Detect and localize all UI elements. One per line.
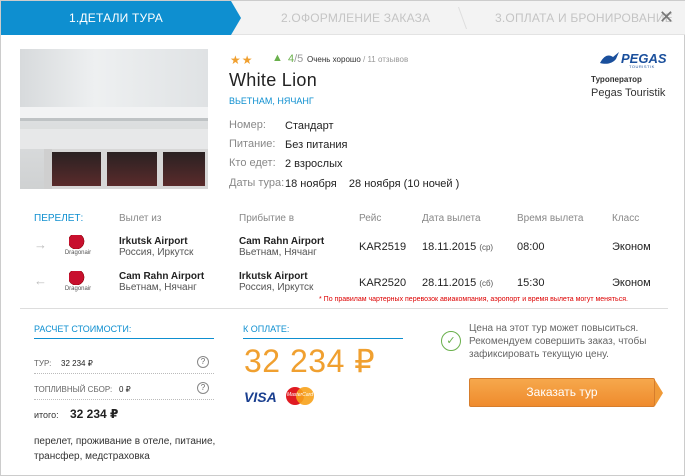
dotted-divider [34, 373, 214, 374]
travelers-value: 2 взрослых [285, 158, 343, 170]
to-airport: Cam Rahn Airport [239, 236, 325, 247]
airline-logo: Dragonair [61, 271, 95, 297]
airline-name: Dragonair [64, 286, 92, 292]
pay-title: К ОПЛАТЕ: [243, 324, 290, 334]
dates-value: 18 ноября 28 ноября (10 ночей ) [285, 178, 460, 190]
flight-number: KAR2520 [359, 277, 407, 289]
hotel-photo [20, 49, 208, 189]
score-denominator: /5 [294, 53, 304, 65]
flight-time: 08:00 [517, 241, 545, 253]
calc-underline [34, 338, 214, 339]
flight-date: 18.11.2015 (ср) [422, 241, 493, 253]
to-location: Россия, Иркутск [239, 282, 314, 293]
return-arrow-icon: ← [34, 273, 47, 288]
total-value: 32 234 ₽ [70, 407, 119, 421]
operator-logo: PEGAS TOURISTIK [599, 51, 669, 73]
fuel-label: ТОПЛИВНЫЙ СБОР: [34, 385, 113, 394]
close-icon[interactable]: ✕ [659, 8, 674, 26]
flight-col-to: Прибытие в [239, 213, 295, 224]
operator-logo-sub: TOURISTIK [629, 64, 655, 69]
pay-underline [243, 338, 403, 339]
dates-label: Даты тура: [229, 177, 285, 189]
flight-date-value: 18.11.2015 [422, 241, 477, 253]
operator-name: Pegas Touristik [591, 87, 666, 99]
step-separator [444, 7, 468, 29]
flight-disclaimer: * По правилам чартерных перевозок авиако… [319, 296, 628, 303]
step-tour-details[interactable]: 1.ДЕТАЛИ ТУРА [1, 1, 231, 35]
total-price: 32 234 ₽ [244, 343, 376, 379]
pegasus-icon [600, 52, 619, 64]
meal-value: Без питания [285, 139, 348, 151]
meal-label: Питание: [229, 138, 276, 150]
flight-col-from: Вылет из [119, 213, 162, 224]
flight-day: (сб) [479, 279, 494, 288]
from-location: Вьетнам, Нячанг [119, 282, 197, 293]
hotel-location: ВЬЕТНАМ, НЯЧАНГ [229, 96, 314, 106]
order-tour-button[interactable]: Заказать тур [469, 378, 663, 407]
hotel-score: 4/5 [288, 53, 303, 65]
hotel-stars: ★★ [230, 53, 254, 67]
flight-col-number: Рейс [359, 213, 382, 224]
visa-icon: VISA [244, 389, 277, 405]
fuel-info-icon[interactable]: ? [197, 382, 209, 394]
flight-number: KAR2519 [359, 241, 407, 253]
rating-text: Очень хорошо [307, 55, 361, 64]
travelers-label: Кто едет: [229, 157, 276, 169]
from-airport: Cam Rahn Airport [119, 271, 205, 282]
step-order[interactable]: 2.ОФОРМЛЕНИЕ ЗАКАЗА [281, 1, 430, 35]
flight-class: Эконом [612, 277, 651, 289]
flight-col-date: Дата вылета [422, 213, 481, 224]
calc-title: РАСЧЕТ СТОИМОСТИ: [34, 324, 132, 334]
price-includes: перелет, проживание в отеле, питание, тр… [34, 436, 216, 462]
reviews-link[interactable]: / 11 отзывов [361, 55, 408, 64]
flight-section-title: ПЕРЕЛЕТ: [34, 213, 84, 224]
thumbs-up-icon: ▲ [272, 52, 283, 64]
tour-cost-value: 32 234 ₽ [61, 359, 93, 368]
rating-summary: Очень хорошо / 11 отзывов [307, 55, 408, 64]
mastercard-label: MasterCard [286, 392, 314, 398]
room-value: Стандарт [285, 120, 334, 132]
dragonair-icon [69, 235, 87, 249]
to-location: Вьетнам, Нячанг [239, 247, 317, 258]
outbound-arrow-icon: → [34, 237, 47, 252]
section-divider [20, 308, 668, 309]
fuel-value: 0 ₽ [119, 385, 131, 394]
airline-logo: Dragonair [61, 235, 95, 261]
flight-col-class: Класс [612, 213, 640, 224]
flight-day: (ср) [479, 243, 494, 252]
flight-class: Эконом [612, 241, 651, 253]
check-icon: ✓ [441, 331, 461, 351]
flight-time: 15:30 [517, 277, 545, 289]
to-airport: Irkutsk Airport [239, 271, 308, 282]
mastercard-icon: MasterCard [286, 387, 314, 405]
from-airport: Irkutsk Airport [119, 236, 188, 247]
flight-date: 28.11.2015 (сб) [422, 277, 493, 289]
dragonair-icon [69, 271, 87, 285]
step-payment[interactable]: 3.ОПЛАТА И БРОНИРОВАНИЕ [495, 1, 673, 35]
airline-name: Dragonair [64, 250, 92, 256]
tour-cost-label: ТУР: [34, 359, 52, 368]
dotted-divider [34, 399, 214, 400]
operator-label: Туроператор [591, 75, 642, 84]
hotel-name: White Lion [229, 70, 318, 90]
checkout-steps: 1.ДЕТАЛИ ТУРА 2.ОФОРМЛЕНИЕ ЗАКАЗА 3.ОПЛА… [1, 1, 685, 35]
total-label: итого: [34, 410, 59, 420]
price-notice: Цена на этот тур может повыситься. Реком… [469, 323, 647, 360]
from-location: Россия, Иркутск [119, 247, 194, 258]
tour-details-modal: 1.ДЕТАЛИ ТУРА 2.ОФОРМЛЕНИЕ ЗАКАЗА 3.ОПЛА… [0, 0, 685, 476]
flight-date-value: 28.11.2015 [422, 277, 477, 289]
tour-info-icon[interactable]: ? [197, 356, 209, 368]
step-active-arrow [231, 1, 241, 35]
flight-col-time: Время вылета [517, 213, 584, 224]
room-label: Номер: [229, 119, 266, 131]
